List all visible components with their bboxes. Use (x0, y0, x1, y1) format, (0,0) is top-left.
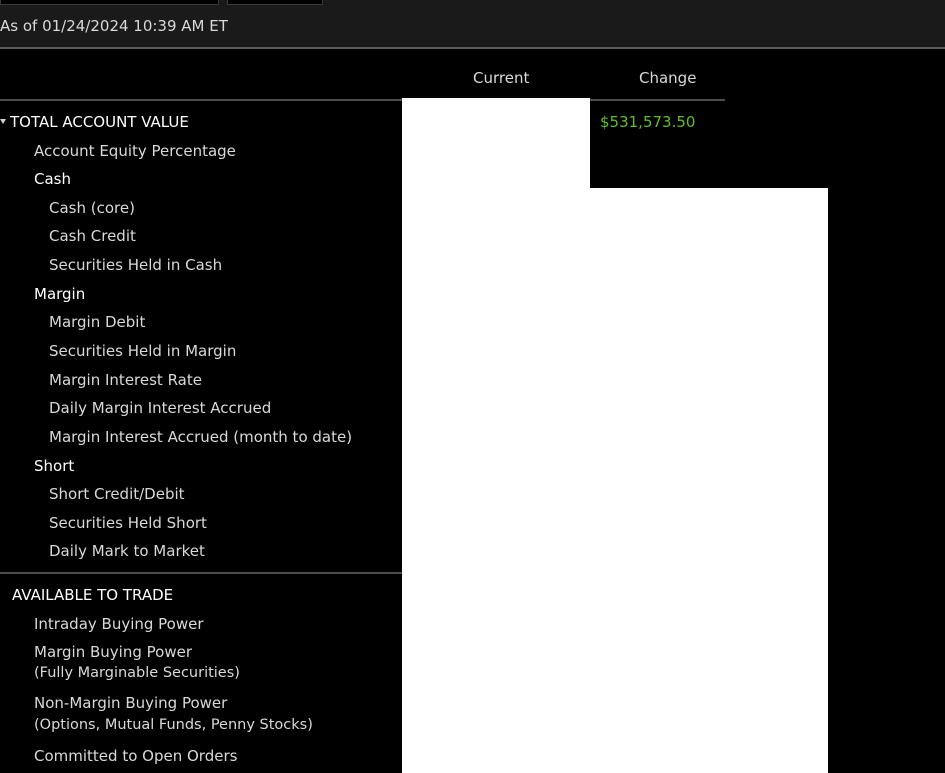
row-non-margin-buying-power-subtitle: (Options, Mutual Funds, Penny Stocks) (34, 717, 313, 733)
column-header-change: Change (639, 69, 697, 87)
total-account-value-change: $531,573.50 (600, 113, 696, 131)
redacted-change-column (590, 188, 828, 773)
row-margin-interest-accrued-mtd: Margin Interest Accrued (month to date) (49, 428, 353, 446)
row-intraday-buying-power: Intraday Buying Power (34, 615, 204, 633)
total-account-value-heading[interactable]: TOTAL ACCOUNT VALUE (10, 113, 189, 131)
row-securities-held-in-margin: Securities Held in Margin (49, 342, 237, 360)
row-daily-margin-interest-accrued: Daily Margin Interest Accrued (49, 399, 272, 417)
row-account-equity-percentage: Account Equity Percentage (34, 142, 236, 160)
redacted-current-column (402, 98, 590, 773)
row-margin-interest-rate: Margin Interest Rate (49, 371, 202, 389)
as-of-timestamp: As of 01/24/2024 10:39 AM ET (0, 17, 228, 35)
row-committed-to-open-orders: Committed to Open Orders (34, 747, 238, 765)
row-cash-core: Cash (core) (49, 199, 135, 217)
row-margin-buying-power-subtitle: (Fully Marginable Securities) (34, 665, 240, 681)
section-divider (0, 572, 402, 574)
tab-stub-1[interactable] (0, 0, 219, 5)
row-daily-mark-to-market: Daily Mark to Market (49, 542, 205, 560)
row-securities-held-in-cash: Securities Held in Cash (49, 256, 223, 274)
header-divider (0, 99, 725, 101)
row-cash-heading: Cash (34, 170, 71, 188)
row-short-credit-debit: Short Credit/Debit (49, 485, 185, 503)
tab-stub-2[interactable] (227, 0, 323, 5)
row-cash-credit: Cash Credit (49, 227, 136, 245)
row-margin-debit: Margin Debit (49, 313, 146, 331)
row-non-margin-buying-power: Non-Margin Buying Power (34, 694, 228, 712)
row-short-heading: Short (34, 457, 75, 475)
as-of-bar: As of 01/24/2024 10:39 AM ET (0, 10, 945, 49)
available-to-trade-heading[interactable]: AVAILABLE TO TRADE (12, 586, 173, 604)
row-margin-heading: Margin (34, 285, 86, 303)
collapse-caret-icon[interactable] (0, 119, 6, 124)
column-header-current: Current (473, 69, 530, 87)
row-margin-buying-power: Margin Buying Power (34, 643, 192, 661)
row-securities-held-short: Securities Held Short (49, 514, 207, 532)
